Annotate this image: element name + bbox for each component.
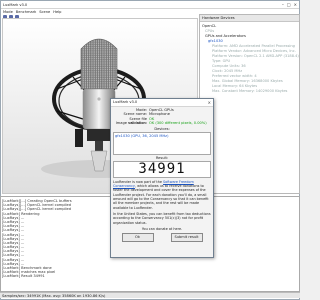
close-icon[interactable]: ×	[294, 2, 297, 7]
dialog-title-bar: LuxMark v3.0 ×	[111, 99, 213, 107]
result-dialog: LuxMark v3.0 × Mode: OpenCL GPUs Scene na…	[110, 98, 214, 258]
menu-mode[interactable]: Mode	[3, 10, 13, 14]
device-item[interactable]: gfx1030 (GPU, 36, 2045 MHz)	[115, 134, 209, 138]
tax-text: In the United States, you can benefit fr…	[113, 211, 211, 225]
status-bar: Samples/sec: 34991K (Max. avg: 35860K on…	[0, 292, 300, 298]
dialog-close-icon[interactable]: ×	[208, 100, 211, 105]
menu-benchmark[interactable]: Benchmark	[16, 10, 36, 14]
menu-help[interactable]: Help	[53, 10, 61, 14]
image-validation-row: Image validation: OK (300 different pixel…	[113, 121, 211, 126]
donation-text-part2: , which allows us to receive donations t…	[113, 184, 209, 210]
main-window-title: LuxMark v3.0	[3, 2, 28, 7]
hardware-tree: OpenCL CPUs GPUs and Accelerators gfx1030 Pl…	[200, 22, 299, 94]
dialog-title: LuxMark v3.0	[113, 100, 138, 105]
main-title-bar: LuxMark v3.0 – □ ×	[1, 1, 299, 9]
hardware-devices-panel: Hardware Devices OpenCL CPUs GPUs and Acce…	[199, 14, 300, 194]
log-line: [LuxMark] Result 34991	[2, 274, 45, 279]
donate-text: You can donate at here.	[141, 226, 183, 231]
status-text: Samples/sec: 34991K (Max. avg: 35860K on…	[2, 293, 106, 298]
image-validation-value: OK (300 different pixels, 0.00%)	[149, 121, 207, 126]
ok-button[interactable]: Ok	[121, 232, 154, 242]
menu-scene[interactable]: Scene	[39, 10, 50, 14]
hardware-tree-item[interactable]: Max. Constant Memory: 14029000 Kbytes	[202, 89, 299, 94]
donation-text: LuxRender is now part of the Software Fr…	[113, 180, 211, 210]
submit-result-button[interactable]: Submit result	[170, 232, 203, 242]
maximize-icon[interactable]: □	[287, 2, 291, 7]
image-validation-label: Image validation:	[115, 121, 147, 126]
minimize-icon[interactable]: –	[282, 2, 284, 7]
result-value: 34991	[113, 160, 211, 178]
devices-list[interactable]: gfx1030 (GPU, 36, 2045 MHz)	[113, 131, 211, 155]
hardware-devices-title: Hardware Devices	[200, 15, 299, 22]
